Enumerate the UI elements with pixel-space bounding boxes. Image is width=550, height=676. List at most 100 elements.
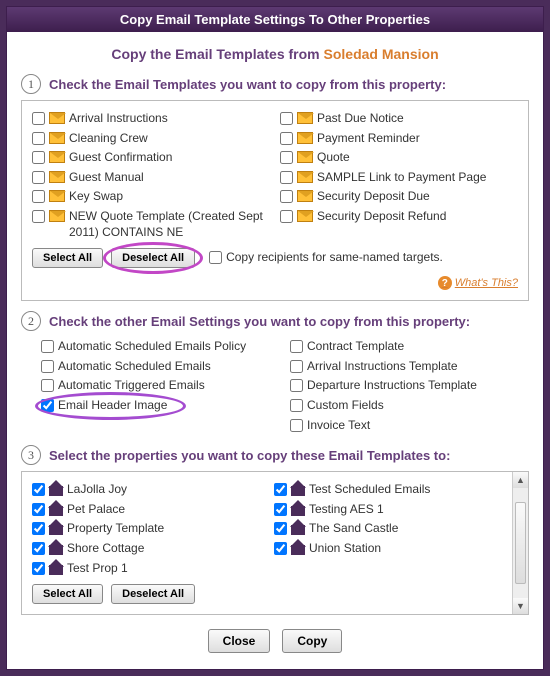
- template-checkbox[interactable]: [32, 190, 45, 203]
- scroll-down-arrow-icon[interactable]: ▼: [513, 598, 528, 614]
- template-checkbox[interactable]: [280, 171, 293, 184]
- property-checkbox[interactable]: [32, 562, 45, 575]
- template-checkbox[interactable]: [32, 210, 45, 223]
- dialog-content: Copy the Email Templates from Soledad Ma…: [7, 32, 543, 669]
- envelope-icon: [49, 210, 65, 222]
- envelope-icon: [297, 112, 313, 124]
- subtitle: Copy the Email Templates from Soledad Ma…: [21, 46, 529, 62]
- property-label: Testing AES 1: [309, 502, 384, 518]
- setting-label: Automatic Scheduled Emails Policy: [58, 339, 246, 355]
- template-checkbox[interactable]: [280, 151, 293, 164]
- property-checkbox[interactable]: [32, 542, 45, 555]
- setting-label: Automatic Scheduled Emails: [58, 359, 211, 375]
- step1-header: 1 Check the Email Templates you want to …: [21, 74, 529, 94]
- envelope-icon: [297, 171, 313, 183]
- setting-checkbox-email-header-image[interactable]: [41, 399, 54, 412]
- envelope-icon: [297, 132, 313, 144]
- property-checkbox[interactable]: [32, 522, 45, 535]
- scroll-thumb[interactable]: [515, 502, 526, 584]
- template-label: Arrival Instructions: [69, 111, 168, 127]
- setting-checkbox[interactable]: [290, 419, 303, 432]
- step1-label: Check the Email Templates you want to co…: [49, 77, 446, 92]
- template-label: SAMPLE Link to Payment Page: [317, 170, 486, 186]
- setting-checkbox[interactable]: [41, 360, 54, 373]
- envelope-icon: [49, 190, 65, 202]
- template-checkbox[interactable]: [32, 151, 45, 164]
- template-checkbox[interactable]: [280, 132, 293, 145]
- question-icon: ?: [438, 276, 452, 290]
- property-checkbox[interactable]: [274, 503, 287, 516]
- property-label: Pet Palace: [67, 502, 125, 518]
- property-label: The Sand Castle: [309, 521, 398, 537]
- step-number-2: 2: [21, 311, 41, 331]
- envelope-icon: [297, 151, 313, 163]
- scroll-up-arrow-icon[interactable]: ▲: [513, 472, 528, 488]
- property-checkbox[interactable]: [274, 483, 287, 496]
- property-label: Test Scheduled Emails: [309, 482, 430, 498]
- template-checkbox[interactable]: [280, 210, 293, 223]
- setting-checkbox[interactable]: [290, 379, 303, 392]
- property-checkbox[interactable]: [32, 483, 45, 496]
- step1-panel: Arrival Instructions Cleaning Crew Guest…: [21, 100, 529, 301]
- property-checkbox[interactable]: [274, 542, 287, 555]
- template-label: Payment Reminder: [317, 131, 420, 147]
- setting-label: Arrival Instructions Template: [307, 359, 458, 375]
- template-checkbox[interactable]: [32, 171, 45, 184]
- property-label: LaJolla Joy: [67, 482, 127, 498]
- template-label: NEW Quote Template (Created Sept 2011) C…: [69, 209, 270, 240]
- source-property-name: Soledad Mansion: [324, 46, 439, 62]
- step1-select-all-button[interactable]: Select All: [32, 248, 103, 268]
- setting-label: Automatic Triggered Emails: [58, 378, 205, 394]
- house-icon: [49, 521, 63, 535]
- step3-deselect-all-button[interactable]: Deselect All: [111, 584, 195, 604]
- envelope-icon: [49, 171, 65, 183]
- setting-checkbox[interactable]: [290, 399, 303, 412]
- setting-label: Departure Instructions Template: [307, 378, 477, 394]
- step3-select-all-button[interactable]: Select All: [32, 584, 103, 604]
- setting-checkbox[interactable]: [290, 340, 303, 353]
- close-button[interactable]: Close: [208, 629, 271, 653]
- setting-label: Custom Fields: [307, 398, 384, 414]
- house-icon: [49, 482, 63, 496]
- copy-recipients-checkbox[interactable]: [209, 251, 222, 264]
- dialog-title: Copy Email Template Settings To Other Pr…: [7, 7, 543, 32]
- template-label: Security Deposit Due: [317, 189, 430, 205]
- house-icon: [291, 541, 305, 555]
- copy-templates-dialog: Copy Email Template Settings To Other Pr…: [6, 6, 544, 670]
- subtitle-prefix: Copy the Email Templates from: [111, 46, 323, 62]
- setting-checkbox[interactable]: [41, 379, 54, 392]
- template-label: Key Swap: [69, 189, 123, 205]
- copy-button[interactable]: Copy: [282, 629, 342, 653]
- step2-header: 2 Check the other Email Settings you wan…: [21, 311, 529, 331]
- envelope-icon: [49, 132, 65, 144]
- house-icon: [291, 482, 305, 496]
- dialog-footer: Close Copy: [21, 629, 529, 653]
- house-icon: [291, 521, 305, 535]
- property-label: Union Station: [309, 541, 381, 557]
- house-icon: [291, 502, 305, 516]
- setting-checkbox[interactable]: [290, 360, 303, 373]
- template-label: Security Deposit Refund: [317, 209, 446, 225]
- template-checkbox[interactable]: [280, 190, 293, 203]
- step1-deselect-all-button[interactable]: Deselect All: [111, 248, 195, 268]
- copy-recipients-label: Copy recipients for same-named targets.: [226, 250, 443, 266]
- step2-label: Check the other Email Settings you want …: [49, 314, 470, 329]
- setting-label: Contract Template: [307, 339, 404, 355]
- template-checkbox[interactable]: [280, 112, 293, 125]
- envelope-icon: [297, 210, 313, 222]
- property-label: Shore Cottage: [67, 541, 144, 557]
- property-checkbox[interactable]: [274, 522, 287, 535]
- house-icon: [49, 502, 63, 516]
- setting-checkbox[interactable]: [41, 340, 54, 353]
- setting-label: Email Header Image: [58, 398, 167, 414]
- template-label: Guest Manual: [69, 170, 144, 186]
- template-checkbox[interactable]: [32, 132, 45, 145]
- house-icon: [49, 561, 63, 575]
- properties-scrollbar[interactable]: ▲ ▼: [512, 472, 528, 614]
- step-number-3: 3: [21, 445, 41, 465]
- step-number-1: 1: [21, 74, 41, 94]
- property-checkbox[interactable]: [32, 503, 45, 516]
- template-checkbox[interactable]: [32, 112, 45, 125]
- copy-recipients-option[interactable]: Copy recipients for same-named targets.: [209, 248, 443, 268]
- whats-this-link[interactable]: ? What's This?: [438, 276, 518, 290]
